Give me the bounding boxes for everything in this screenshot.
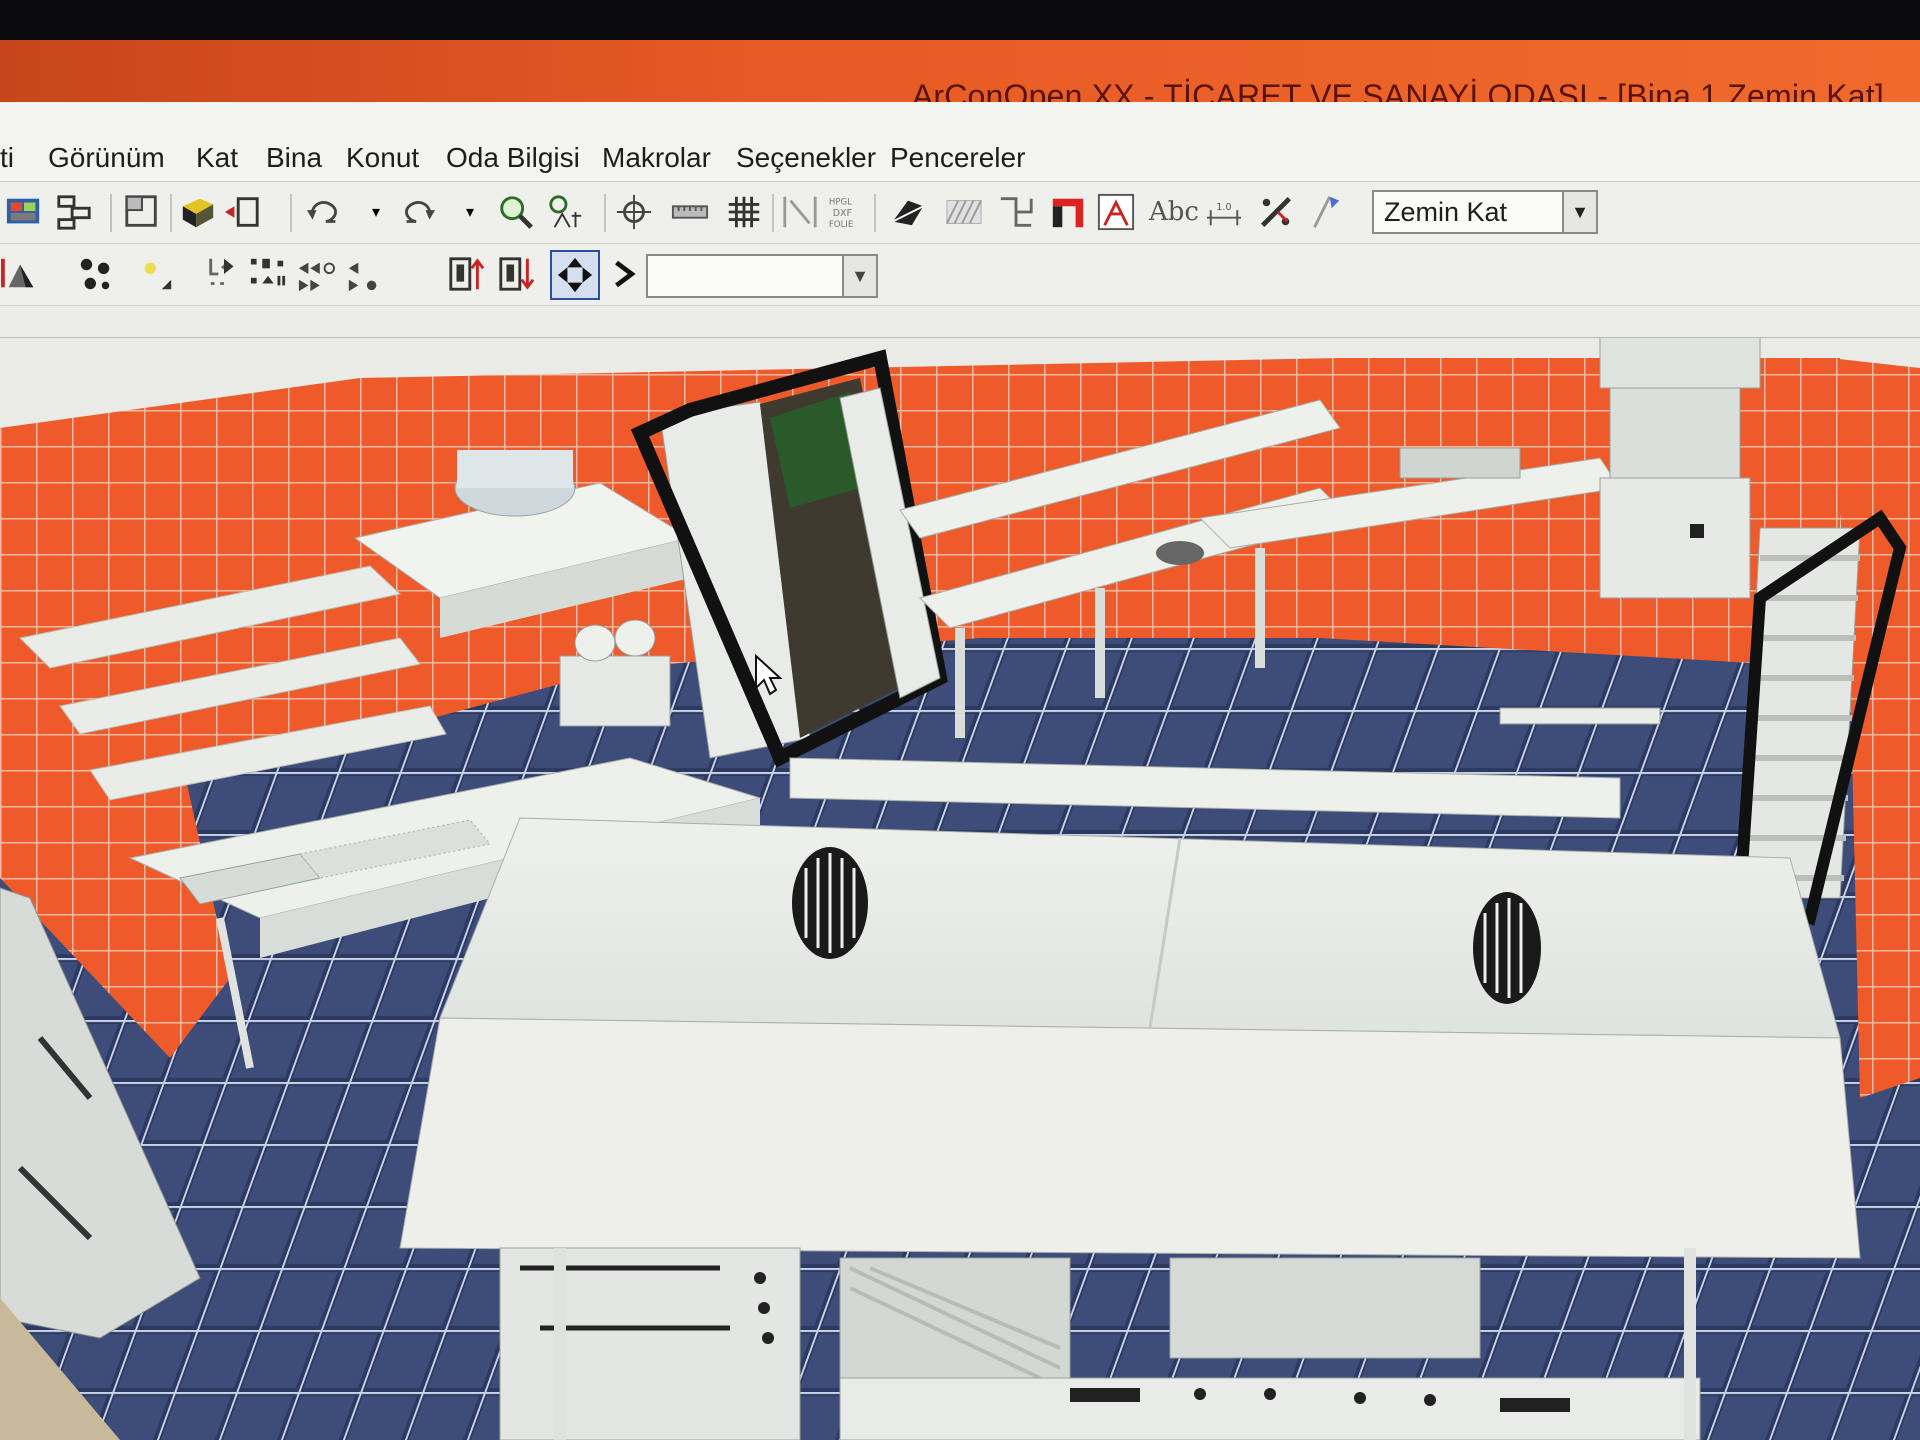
chevron-right-icon[interactable] <box>606 254 646 294</box>
undo-dropdown-icon[interactable]: ▾ <box>356 192 396 232</box>
light-source-icon[interactable] <box>136 254 176 294</box>
zoom-icon[interactable] <box>496 192 536 232</box>
menu-item-options[interactable]: Seçenekler <box>736 142 876 174</box>
floor-select-value: Zemin Kat <box>1384 196 1508 227</box>
delete-elements-icon[interactable] <box>1256 192 1296 232</box>
project-manager-icon[interactable] <box>4 192 44 232</box>
svg-text:FOLIE: FOLIE <box>829 220 853 230</box>
ruler-icon[interactable] <box>670 192 710 232</box>
layer-select[interactable]: ▼ <box>646 254 878 298</box>
chevron-down-icon[interactable]: ▼ <box>842 256 876 296</box>
select-window-icon[interactable] <box>222 192 262 232</box>
floor-select[interactable]: Zemin Kat ▼ <box>1372 190 1598 234</box>
undo-icon[interactable] <box>304 192 344 232</box>
svg-text:HPGL: HPGL <box>829 197 852 207</box>
coffee-machine <box>559 655 671 727</box>
navigation-arrows-icon[interactable] <box>344 254 384 294</box>
snap-points-icon[interactable] <box>204 254 244 294</box>
svg-text:DXF: DXF <box>833 208 852 219</box>
wall-edit-icon[interactable] <box>1096 192 1136 232</box>
toolbar-separator <box>604 194 606 232</box>
terrain-icon[interactable] <box>0 254 40 294</box>
main-toolbar: ▾ ▾ HPGL DXF FOLIE Abc 1.0 Zemin Kat ▼ <box>0 182 1920 244</box>
dishwasher-hood <box>1599 338 1761 389</box>
toolbar-separator <box>170 194 172 232</box>
menu-item-view[interactable]: Görünüm <box>48 142 165 174</box>
cooking-island-hood-front <box>399 1017 1861 1259</box>
toolbar-separator <box>290 194 292 232</box>
dimension-icon[interactable]: 1.0 <box>1204 192 1244 232</box>
room-divider-icon[interactable] <box>996 192 1036 232</box>
menu-item-building[interactable]: Bina <box>266 142 322 174</box>
floor-drain-grate <box>1499 707 1661 725</box>
flag-icon[interactable] <box>1304 192 1344 232</box>
redo-icon[interactable] <box>398 192 438 232</box>
plot-export-icon[interactable]: HPGL DXF FOLIE <box>826 192 866 232</box>
menu-item-file[interactable]: ti <box>0 142 14 174</box>
crosshair-icon[interactable] <box>614 192 654 232</box>
dishwasher <box>1609 387 1741 479</box>
redo-dropdown-icon[interactable]: ▾ <box>450 192 490 232</box>
pan-view-icon[interactable] <box>550 250 600 300</box>
toolbar-separator <box>110 194 112 232</box>
vent-grille <box>1473 892 1541 1004</box>
menu-item-residence[interactable]: Konut <box>346 142 419 174</box>
section-lines-icon[interactable] <box>780 192 820 232</box>
sink-basin <box>1399 447 1521 479</box>
sink-drain <box>1156 541 1204 565</box>
text-tool-button[interactable]: Abc <box>1149 192 1199 232</box>
3d-view-icon[interactable] <box>178 192 218 232</box>
nodes-icon[interactable] <box>76 254 116 294</box>
menu-bar: ti Görünüm Kat Bina Konut Oda Bilgisi Ma… <box>0 102 1920 182</box>
menu-item-room-info[interactable]: Oda Bilgisi <box>446 142 580 174</box>
chevron-down-icon[interactable]: ▼ <box>1562 192 1596 232</box>
hatch-pattern-icon[interactable] <box>944 192 984 232</box>
floor-down-icon[interactable] <box>496 254 536 294</box>
tree-structure-icon[interactable] <box>54 192 94 232</box>
zoom-area-icon[interactable] <box>546 192 586 232</box>
floor-plan-icon[interactable] <box>122 192 162 232</box>
toolbar-strip <box>0 306 1920 338</box>
svg-text:1.0: 1.0 <box>1216 202 1231 213</box>
toolbar-separator <box>772 194 774 232</box>
toolbar-separator <box>874 194 876 232</box>
title-bar: ArConOpen XX - TİCARET VE SANAYİ ODASI -… <box>0 40 1920 114</box>
hatch-fill-icon[interactable] <box>888 192 928 232</box>
griddle <box>1169 1257 1481 1359</box>
grid-icon[interactable] <box>724 192 764 232</box>
floor-up-icon[interactable] <box>446 254 486 294</box>
navigation-arrows-icon[interactable] <box>296 254 336 294</box>
secondary-toolbar: ▼ <box>0 244 1920 306</box>
playback-controls-icon[interactable] <box>248 254 288 294</box>
menu-item-macros[interactable]: Makrolar <box>602 142 711 174</box>
roof-icon[interactable] <box>1048 192 1088 232</box>
menu-item-windows[interactable]: Pencereler <box>890 142 1025 174</box>
stove-base <box>839 1377 1701 1440</box>
3d-viewport[interactable] <box>0 338 1920 1440</box>
menu-item-floor[interactable]: Kat <box>196 142 238 174</box>
application-window: ArConOpen XX - TİCARET VE SANAYİ ODASI -… <box>0 40 1920 1440</box>
dishwasher-body <box>1599 477 1751 599</box>
